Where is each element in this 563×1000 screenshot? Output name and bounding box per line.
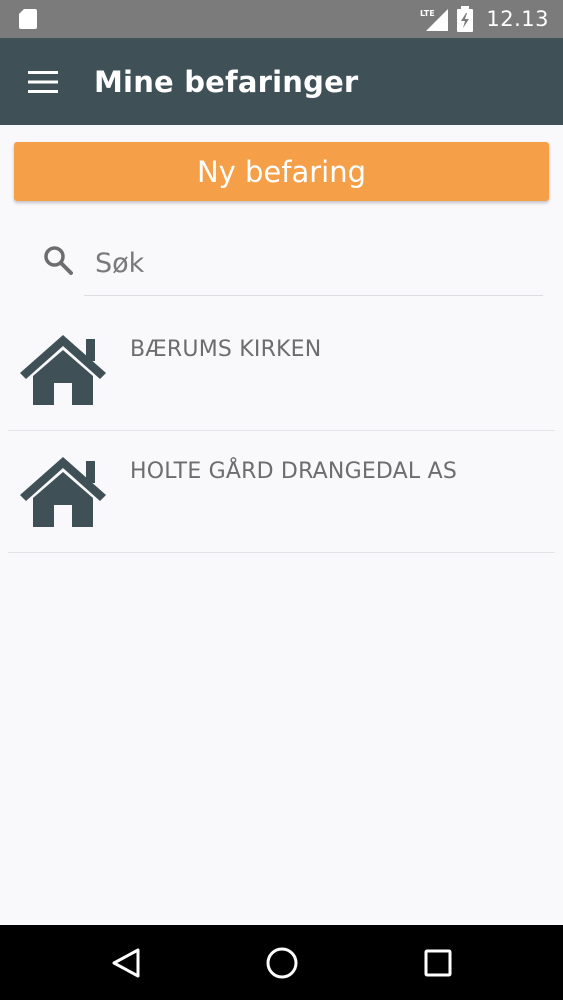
list-item-label: HOLTE GÅRD DRANGEDAL AS [130, 459, 457, 484]
recents-square-icon[interactable] [424, 949, 452, 977]
list-item-label: BÆRUMS KIRKEN [130, 337, 322, 362]
back-icon[interactable] [111, 947, 141, 979]
house-icon [20, 457, 106, 527]
clock: 12.13 [486, 7, 549, 31]
list-item[interactable]: HOLTE GÅRD DRANGEDAL AS [8, 431, 555, 553]
inspection-list: BÆRUMS KIRKEN HOLTE GÅRD DRANGEDAL AS [8, 309, 555, 553]
network-type-label: LTE [420, 9, 435, 18]
new-inspection-button[interactable]: Ny befaring [14, 142, 549, 201]
search-icon [44, 246, 73, 275]
status-bar: LTE 12.13 [0, 0, 563, 38]
hamburger-menu-icon[interactable] [28, 70, 58, 93]
app-bar: Mine befaringer [0, 38, 563, 125]
lte-signal-icon: LTE [420, 9, 449, 31]
page-title: Mine befaringer [94, 64, 359, 99]
home-circle-icon[interactable] [265, 946, 299, 980]
status-right: LTE 12.13 [420, 6, 549, 32]
battery-charging-icon [457, 6, 474, 32]
status-left [18, 8, 38, 30]
search-input[interactable] [84, 232, 543, 296]
house-icon [20, 335, 106, 405]
list-item[interactable]: BÆRUMS KIRKEN [8, 309, 555, 431]
sd-card-icon [19, 9, 37, 29]
navigation-bar [0, 925, 563, 1000]
